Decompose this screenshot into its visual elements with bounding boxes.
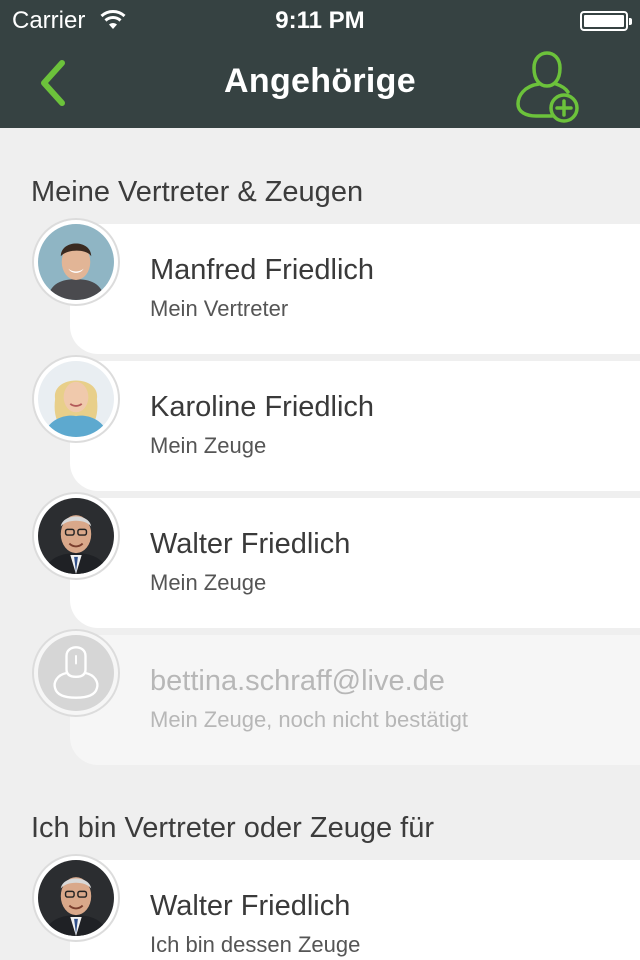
contact-card[interactable]: Karoline Friedlich Mein Zeuge bbox=[70, 361, 640, 491]
contact-name: Karoline Friedlich bbox=[150, 391, 375, 423]
avatar-photo-manfred bbox=[38, 224, 114, 300]
battery-icon bbox=[580, 11, 632, 31]
contact-card[interactable]: Walter Friedlich Mein Zeuge bbox=[70, 498, 640, 628]
add-person-button[interactable] bbox=[512, 40, 584, 124]
pending-contact-card[interactable]: bettina.schraff@live.de Mein Zeuge, noch… bbox=[70, 635, 640, 765]
avatar-photo-karoline bbox=[38, 361, 114, 437]
person-placeholder-icon bbox=[53, 646, 99, 699]
avatar bbox=[32, 355, 120, 443]
contact-name: Walter Friedlich bbox=[150, 528, 351, 560]
section-title-representatives: Meine Vertreter & Zeugen bbox=[31, 176, 364, 208]
contact-role: Ich bin dessen Zeuge bbox=[150, 932, 361, 957]
contact-card[interactable]: Manfred Friedlich Mein Vertreter bbox=[70, 224, 640, 354]
avatar bbox=[32, 218, 120, 306]
avatar-photo-walter bbox=[38, 860, 114, 936]
avatar-placeholder bbox=[32, 629, 120, 717]
contact-role: Mein Vertreter bbox=[150, 296, 289, 321]
contact-role: Mein Zeuge bbox=[150, 570, 267, 595]
contact-role: Mein Zeuge bbox=[150, 433, 267, 458]
contact-name: Walter Friedlich bbox=[150, 890, 351, 922]
section-title-represented: Ich bin Vertreter oder Zeuge für bbox=[31, 812, 434, 844]
clock: 9:11 PM bbox=[275, 7, 365, 34]
avatar bbox=[32, 854, 120, 942]
contact-name: Manfred Friedlich bbox=[150, 254, 375, 286]
add-person-icon bbox=[516, 51, 579, 123]
avatar bbox=[32, 492, 120, 580]
navigation-bar: Carrier 9:11 PM Angehörige bbox=[0, 0, 640, 128]
contact-status: Mein Zeuge, noch nicht bestätigt bbox=[150, 707, 468, 732]
contact-email: bettina.schraff@live.de bbox=[150, 665, 445, 697]
status-bar: Carrier 9:11 PM bbox=[0, 0, 640, 40]
represented-card[interactable]: Walter Friedlich Ich bin dessen Zeuge bbox=[70, 860, 640, 960]
avatar-photo-walter bbox=[38, 498, 114, 574]
